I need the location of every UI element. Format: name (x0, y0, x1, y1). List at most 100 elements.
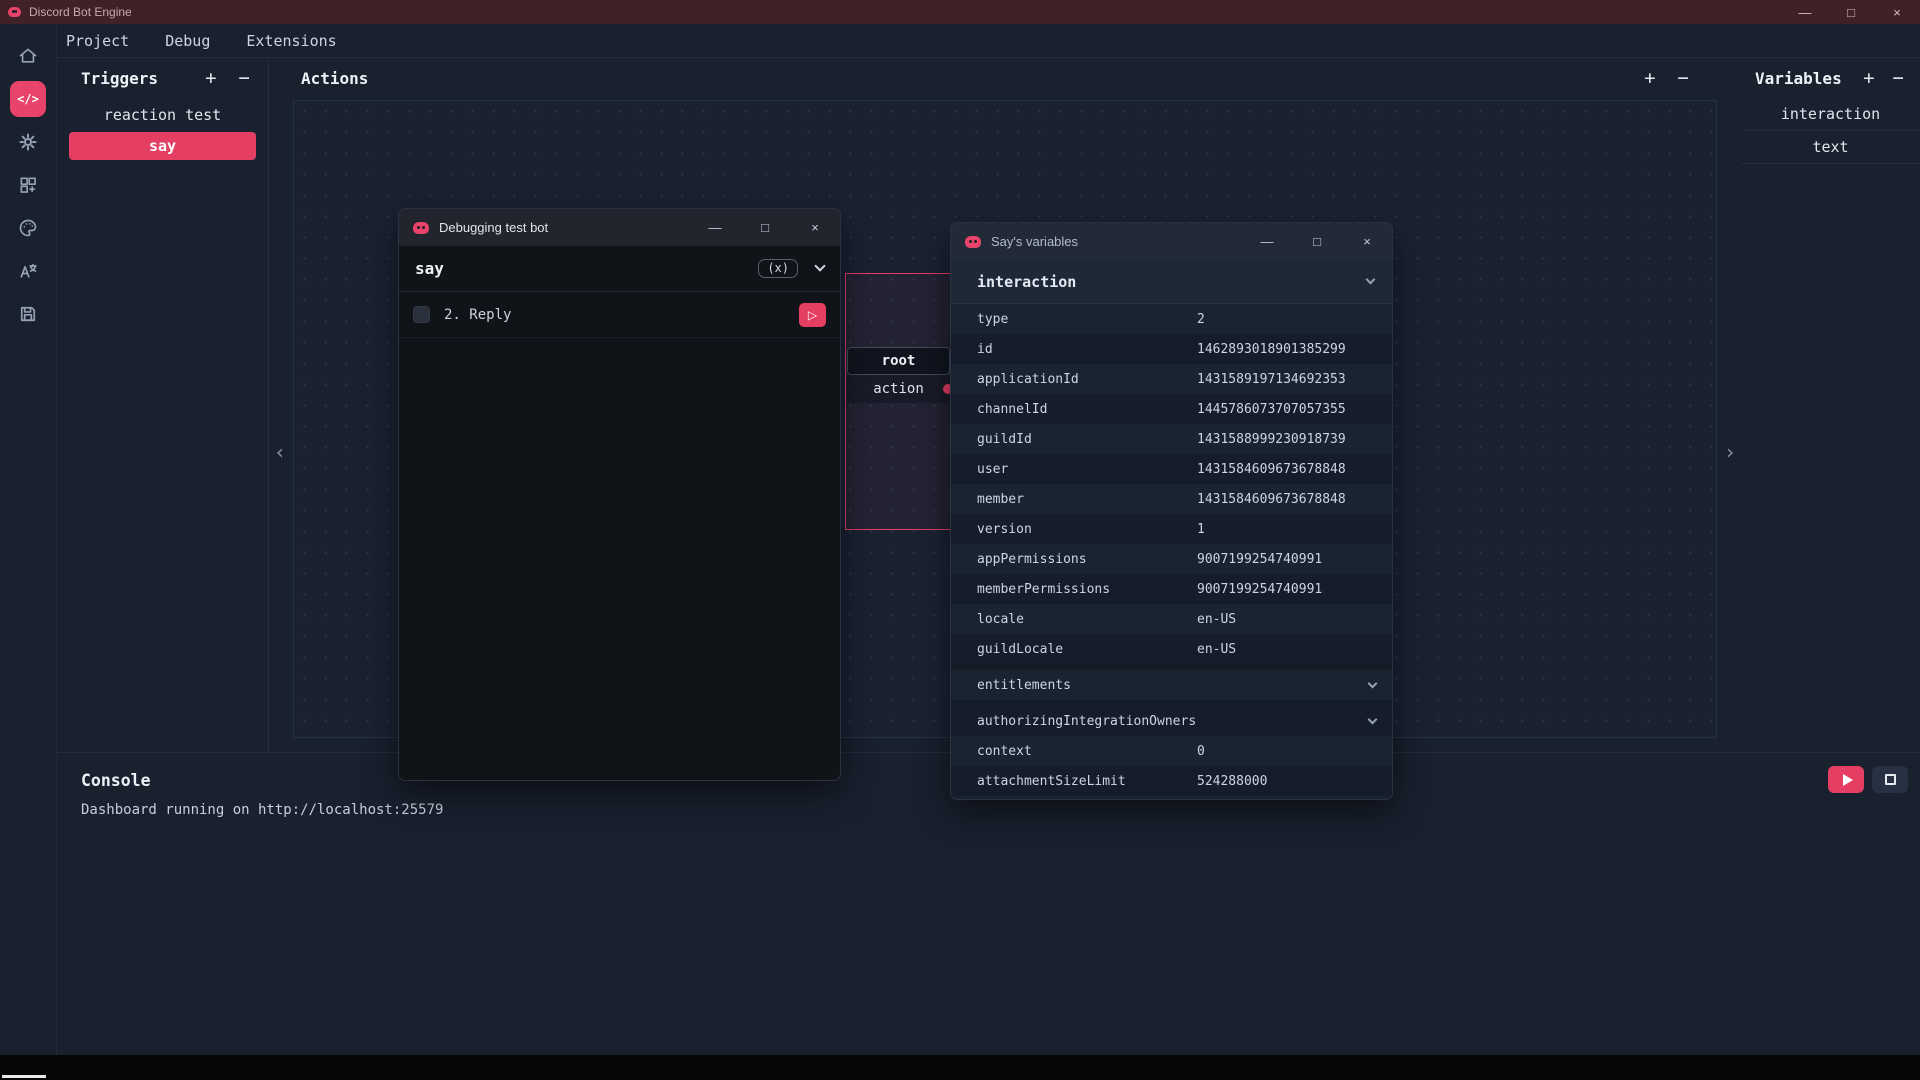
minimize-icon[interactable]: — (690, 209, 740, 246)
variable-group-row[interactable]: authorizingIntegrationOwners (951, 706, 1392, 736)
window-controls: — □ × (1782, 0, 1920, 24)
discord-icon (965, 236, 981, 248)
variable-row: applicationId 1431589197134692353 (951, 364, 1392, 394)
titlebar[interactable]: Discord Bot Engine — □ × (0, 0, 1920, 24)
maximize-icon[interactable]: □ (1828, 0, 1874, 24)
variable-value: 1431589197134692353 (1197, 372, 1392, 387)
extensions-icon[interactable] (10, 167, 46, 203)
variable-key: channelId (977, 402, 1197, 417)
variable-row: member 1431584609673678848 (951, 484, 1392, 514)
variable-value: 1445786073707057355 (1197, 402, 1392, 417)
group-interaction[interactable]: interaction (951, 260, 1392, 304)
chevron-down-icon[interactable] (814, 260, 825, 271)
app-title: Discord Bot Engine (29, 5, 132, 19)
variables-title: Variables (1755, 69, 1842, 88)
variable-value: 9007199254740991 (1197, 582, 1392, 597)
translate-icon[interactable] (10, 253, 46, 289)
palette-icon[interactable] (10, 210, 46, 246)
variable-key: attachmentSizeLimit (977, 774, 1197, 789)
variable-key: guildLocale (977, 642, 1197, 657)
variable-row: channelId 1445786073707057355 (951, 394, 1392, 424)
menu-debug[interactable]: Debug (165, 32, 210, 50)
code-icon[interactable]: </> (10, 81, 46, 117)
variable-key: entitlements (977, 678, 1071, 693)
variable-key: guildId (977, 432, 1197, 447)
variable-key: id (977, 342, 1197, 357)
menubar: Project Debug Extensions (0, 24, 1920, 57)
add-trigger-button[interactable]: + (205, 69, 216, 88)
variable-row: guildId 1431588999230918739 (951, 424, 1392, 454)
variable-value: 1431584609673678848 (1197, 492, 1392, 507)
stop-button[interactable] (1872, 766, 1908, 793)
variable-item-text[interactable]: text (1741, 131, 1920, 164)
taskbar-indicator (2, 1075, 46, 1078)
actions-title: Actions (301, 69, 368, 88)
menu-project[interactable]: Project (66, 32, 129, 50)
variable-row: attachmentSizeLimit 524288000 (951, 766, 1392, 796)
variable-value: 2 (1197, 312, 1392, 327)
triggers-title: Triggers (81, 69, 158, 88)
variables-badge-button[interactable]: (x) (758, 259, 798, 278)
variable-key: member (977, 492, 1197, 507)
remove-variable-button[interactable]: − (1893, 69, 1904, 88)
variable-row: appPermissions 9007199254740991 (951, 544, 1392, 574)
run-step-button[interactable]: ▷ (799, 303, 826, 327)
discord-icon (413, 222, 429, 234)
right-gutter: › (1719, 58, 1741, 752)
debug-window-titlebar[interactable]: Debugging test bot — □ × (399, 209, 840, 246)
root-node[interactable]: root action (847, 347, 950, 403)
chevron-down-icon (1368, 678, 1378, 688)
minimize-icon[interactable]: — (1242, 223, 1292, 260)
variable-value: 1431584609673678848 (1197, 462, 1392, 477)
trigger-item-say[interactable]: say (69, 132, 256, 160)
add-action-button[interactable]: + (1644, 69, 1655, 88)
close-icon[interactable]: × (790, 209, 840, 246)
save-icon[interactable] (10, 296, 46, 332)
variables-panel: Variables + − interaction text (1741, 58, 1920, 752)
left-gutter: ‹ (269, 58, 291, 752)
actions-header: Actions + − (291, 58, 1719, 98)
add-variable-button[interactable]: + (1863, 69, 1874, 88)
app-window: Discord Bot Engine — □ × Project Debug E… (0, 0, 1920, 1080)
variable-key: appPermissions (977, 552, 1197, 567)
run-button[interactable] (1828, 766, 1864, 793)
close-icon[interactable]: × (1874, 0, 1920, 24)
step-label: 2. Reply (444, 307, 511, 323)
variables-window-titlebar[interactable]: Say's variables — □ × (951, 223, 1392, 260)
node-port-label: action (873, 381, 924, 397)
variable-group-row[interactable]: entitlements (951, 670, 1392, 700)
debug-section-row: say (x) (399, 246, 840, 292)
remove-trigger-button[interactable]: − (239, 69, 250, 88)
maximize-icon[interactable]: □ (740, 209, 790, 246)
group-label: interaction (977, 273, 1076, 291)
collapse-right-icon[interactable]: › (1719, 440, 1741, 464)
collapse-left-icon[interactable]: ‹ (269, 440, 291, 464)
variable-value: en-US (1197, 642, 1392, 657)
variable-row: guildLocale en-US (951, 634, 1392, 664)
variable-key: memberPermissions (977, 582, 1197, 597)
node-port-action[interactable]: action (847, 375, 950, 403)
close-icon[interactable]: × (1342, 223, 1392, 260)
step-checkbox[interactable] (413, 306, 430, 323)
debug-window: Debugging test bot — □ × say (x) 2. Repl… (398, 208, 841, 781)
menu-extensions[interactable]: Extensions (246, 32, 336, 50)
variable-item-interaction[interactable]: interaction (1741, 98, 1920, 131)
node-title[interactable]: root (847, 347, 950, 375)
say-variables-window: Say's variables — □ × interaction type 2… (950, 222, 1393, 800)
home-icon[interactable] (10, 38, 46, 74)
variable-value: 524288000 (1197, 774, 1392, 789)
maximize-icon[interactable]: □ (1292, 223, 1342, 260)
variable-row: type 2 (951, 304, 1392, 334)
variable-value: 1462893018901385299 (1197, 342, 1392, 357)
triggers-panel: Triggers + − reaction test say (57, 58, 269, 752)
variable-value: en-US (1197, 612, 1392, 627)
variable-row-clipped (951, 796, 1392, 800)
play-icon (1843, 774, 1853, 786)
remove-action-button[interactable]: − (1678, 69, 1689, 88)
variables-window-title: Say's variables (991, 234, 1078, 249)
trigger-item-reaction-test[interactable]: reaction test (69, 101, 256, 129)
variable-row: context 0 (951, 736, 1392, 766)
settings-gear-icon[interactable] (10, 124, 46, 160)
app-logo-icon (8, 7, 21, 17)
minimize-icon[interactable]: — (1782, 0, 1828, 24)
